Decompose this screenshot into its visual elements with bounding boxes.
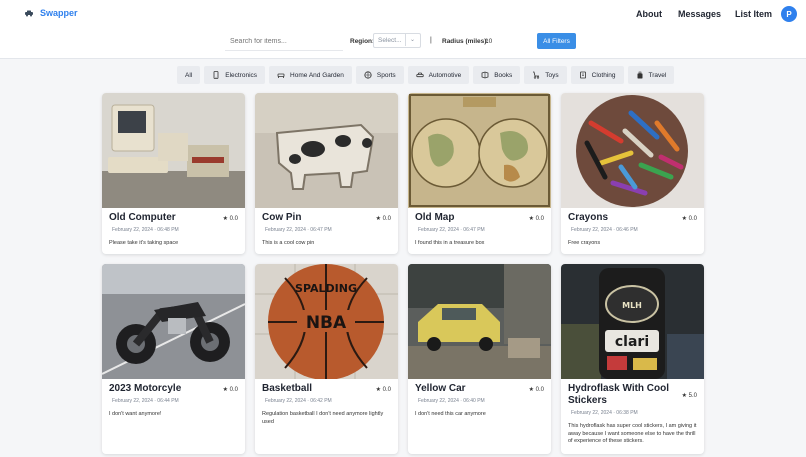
item-date: February 22, 2024 · 06:47 PM	[418, 227, 485, 233]
category-bar: All Electronics Home And Garden Sports A…	[177, 66, 675, 84]
category-label: Sports	[376, 71, 396, 79]
item-description: This is a cool cow pin	[262, 240, 315, 246]
item-image-basketball[interactable]: NBA SPALDING	[255, 264, 398, 379]
item-title[interactable]: Basketball	[262, 383, 312, 395]
category-label: Electronics	[225, 71, 258, 79]
item-description: Regulation basketball I don't need anymo…	[262, 411, 384, 425]
clothing-icon	[579, 71, 586, 79]
item-description: I don't need this car anymore	[415, 411, 486, 417]
item-rating: ★ 0.0	[528, 387, 544, 393]
item-card[interactable]: Old Map ★ 0.0 February 22, 2024 · 06:47 …	[408, 93, 551, 254]
category-label: Automotive	[428, 71, 462, 79]
item-title[interactable]: Yellow Car	[415, 383, 466, 395]
item-image-hydroflask[interactable]: MLH clari	[561, 264, 704, 379]
item-description: I found this in a treasure box	[415, 240, 485, 246]
svg-text:MLH: MLH	[622, 301, 642, 310]
all-filters-button[interactable]: All Filters	[537, 33, 576, 49]
luggage-icon	[637, 71, 643, 79]
radius-input[interactable]: 10	[485, 38, 492, 45]
category-sports[interactable]: Sports	[355, 66, 404, 84]
region-label: Region:	[350, 38, 375, 45]
item-image-cow-pin[interactable]	[255, 93, 398, 208]
item-card[interactable]: MLH clari Hydroflask With Cool Stickers …	[561, 264, 704, 454]
car-icon	[416, 72, 424, 78]
item-date: February 22, 2024 · 06:47 PM	[265, 227, 332, 233]
filter-separator: |	[430, 37, 432, 44]
item-description: Free crayons	[568, 240, 601, 246]
item-image-old-map[interactable]	[408, 93, 551, 208]
category-electronics[interactable]: Electronics	[204, 66, 266, 84]
item-description: I don't want anymore!	[109, 411, 162, 417]
item-title[interactable]: Old Map	[415, 212, 454, 224]
category-label: Books	[494, 71, 513, 79]
category-label: Toys	[545, 71, 559, 79]
stroller-icon	[533, 71, 540, 79]
category-label: All	[185, 71, 193, 79]
sofa-icon	[277, 73, 285, 78]
app-logo[interactable]: Swapper	[24, 8, 78, 18]
item-date: February 22, 2024 · 06:44 PM	[112, 398, 179, 404]
item-date: February 22, 2024 · 06:42 PM	[265, 398, 332, 404]
books-icon	[481, 71, 489, 79]
search-underline	[225, 50, 343, 51]
svg-text:NBA: NBA	[306, 313, 347, 333]
item-image-yellow-car[interactable]	[408, 264, 551, 379]
app-name: Swapper	[40, 8, 78, 18]
item-card[interactable]: Crayons ★ 0.0 February 22, 2024 · 06:46 …	[561, 93, 704, 254]
item-description: This hydroflask has super cool stickers,…	[568, 423, 697, 444]
item-date: February 22, 2024 · 06:46 PM	[571, 227, 638, 233]
item-card[interactable]: Old Computer ★ 0.0 February 22, 2024 · 0…	[102, 93, 245, 254]
item-title[interactable]: Hydroflask With Cool Stickers	[568, 383, 683, 407]
nav-list-item-link[interactable]: List Item	[735, 9, 772, 19]
category-toys[interactable]: Toys	[524, 66, 567, 84]
item-image-motorcycle[interactable]	[102, 264, 245, 379]
item-card[interactable]: Cow Pin ★ 0.0 February 22, 2024 · 06:47 …	[255, 93, 398, 254]
search-input[interactable]	[225, 33, 343, 50]
category-clothing[interactable]: Clothing	[570, 66, 624, 84]
category-home-and-garden[interactable]: Home And Garden	[269, 66, 352, 84]
svg-text:SPALDING: SPALDING	[295, 282, 357, 295]
nav-messages-link[interactable]: Messages	[678, 9, 721, 19]
item-description: Please take it's taking space	[109, 240, 179, 246]
search-filter-bar: Region: Select... ⌄ | Radius (miles): 10…	[0, 31, 806, 59]
region-select-divider	[405, 34, 406, 46]
item-rating: ★ 0.0	[375, 216, 391, 222]
radius-label: Radius (miles):	[442, 38, 489, 45]
item-rating: ★ 0.0	[375, 387, 391, 393]
region-select-value: Select...	[378, 37, 402, 44]
item-rating: ★ 0.0	[222, 387, 238, 393]
item-rating: ★ 5.0	[681, 393, 697, 399]
item-image-old-computer[interactable]	[102, 93, 245, 208]
item-title[interactable]: Crayons	[568, 212, 608, 224]
item-rating: ★ 0.0	[222, 216, 238, 222]
category-label: Clothing	[591, 71, 616, 79]
category-label: Home And Garden	[290, 71, 344, 79]
item-card[interactable]: NBA SPALDING Basketball ★ 0.0 February 2…	[255, 264, 398, 454]
item-title[interactable]: 2023 Motorcyle	[109, 383, 181, 395]
item-date: February 22, 2024 · 06:40 PM	[418, 398, 485, 404]
category-label: Travel	[648, 71, 667, 79]
item-rating: ★ 0.0	[681, 216, 697, 222]
svg-text:clari: clari	[615, 334, 649, 350]
category-automotive[interactable]: Automotive	[407, 66, 470, 84]
item-title[interactable]: Old Computer	[109, 212, 176, 224]
ball-icon	[364, 71, 372, 79]
item-rating: ★ 0.0	[528, 216, 544, 222]
item-image-crayons[interactable]	[561, 93, 704, 208]
category-all[interactable]: All	[177, 66, 201, 84]
phone-icon	[213, 71, 219, 79]
item-date: February 22, 2024 · 06:48 PM	[112, 227, 179, 233]
item-card[interactable]: Yellow Car ★ 0.0 February 22, 2024 · 06:…	[408, 264, 551, 454]
user-avatar[interactable]: P	[781, 6, 797, 22]
item-card[interactable]: 2023 Motorcyle ★ 0.0 February 22, 2024 ·…	[102, 264, 245, 454]
nav-about-link[interactable]: About	[636, 9, 662, 19]
category-travel[interactable]: Travel	[627, 66, 675, 84]
chevron-down-icon[interactable]: ⌄	[410, 36, 415, 43]
item-date: February 22, 2024 · 06:38 PM	[571, 410, 638, 416]
car-logo-icon	[25, 10, 33, 17]
category-books[interactable]: Books	[473, 66, 521, 84]
item-title[interactable]: Cow Pin	[262, 212, 301, 224]
top-nav-bar: Swapper About Messages List Item P	[0, 0, 806, 31]
